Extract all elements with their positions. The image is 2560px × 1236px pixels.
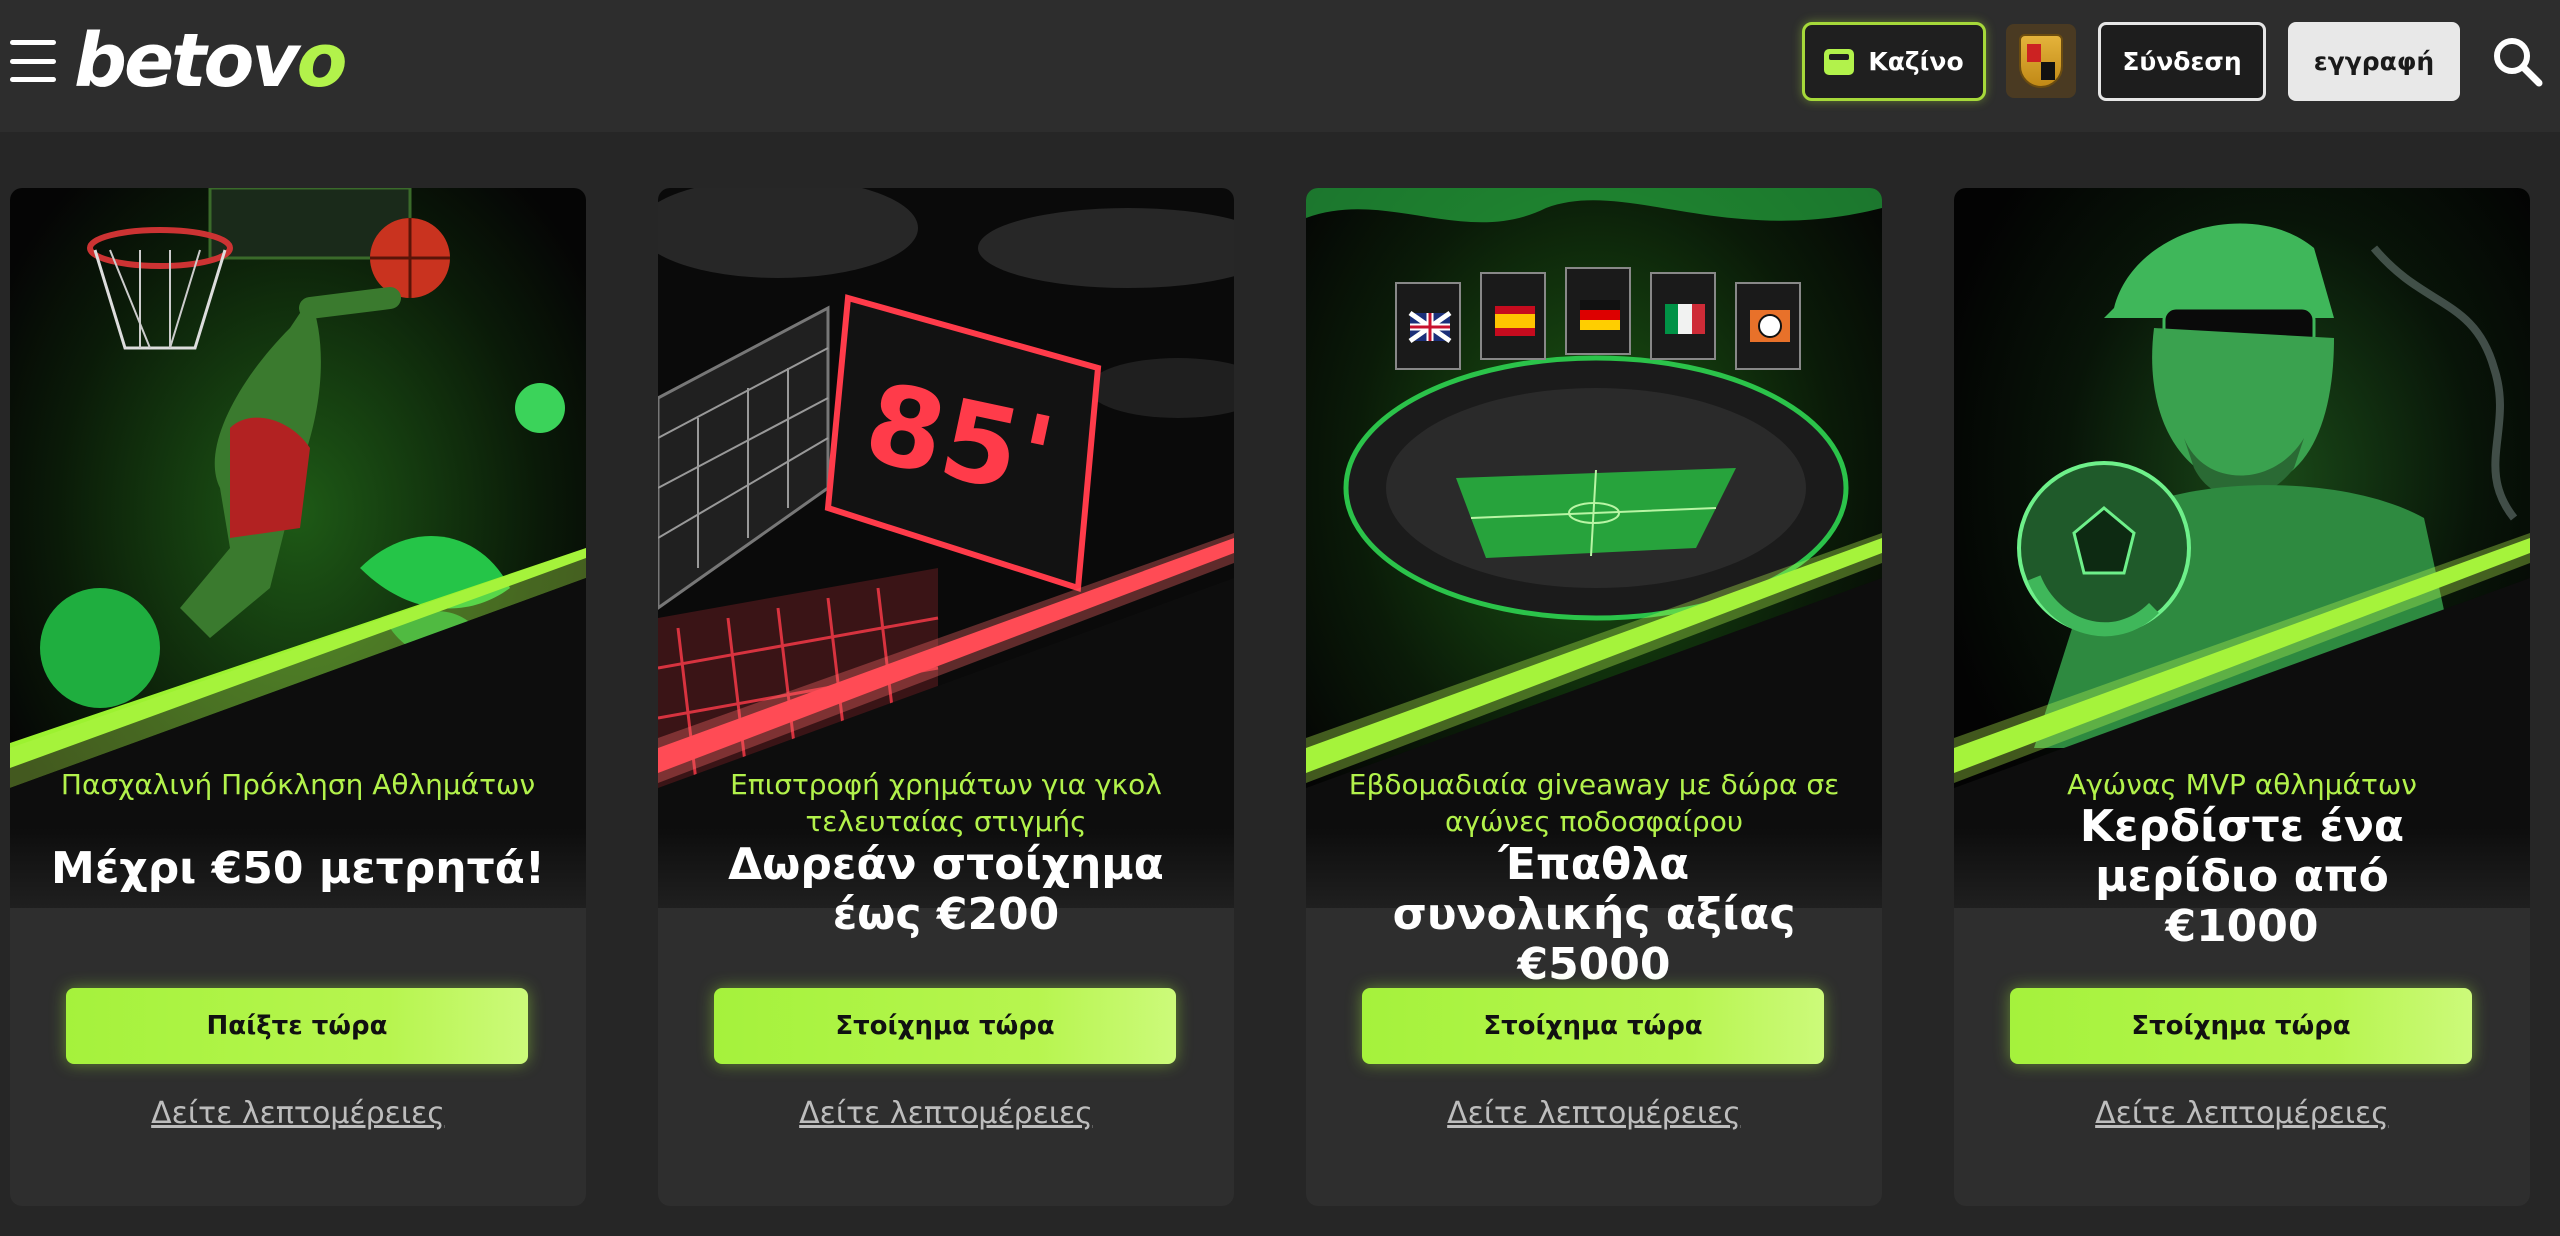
promo-subtitle: Πασχαλινή Πρόκληση Αθλημάτων [60,768,536,801]
betovo-logo[interactable]: betovo [74,24,347,98]
promo-subtitle: Αγώνας MVP αθλημάτων [2067,768,2417,801]
promo-title: Μέχρι €50 μετρητά! [51,843,545,894]
register-button-label: εγγραφή [2313,47,2435,76]
promo-card: Αγώνας MVP αθλημάτων Κερδίστε ένα μερίδι… [1954,188,2530,1206]
login-button[interactable]: Σύνδεση [2098,22,2266,101]
login-button-label: Σύνδεση [2122,47,2242,76]
promo-subtitle: Επιστροφή χρημάτων για γκολ τελευταίας σ… [730,768,1162,838]
site-header: betovo Καζίνο Σύνδεση εγγραφή [0,0,2560,132]
promo-title: Κερδίστε ένα μερίδιο από €1000 [2079,801,2405,952]
casino-button[interactable]: Καζίνο [1802,22,1986,101]
cta-label: Παίξτε τώρα [206,1011,388,1041]
bet-now-button[interactable]: Στοίχημα τώρα [2010,988,2472,1064]
casino-button-label: Καζίνο [1868,47,1964,76]
promo-title: Έπαθλα συνολικής αξίας €5000 [1392,839,1796,990]
see-details-link[interactable]: Δείτε λεπτομέρειες [1306,1096,1882,1131]
cta-label: Στοίχημα τώρα [1483,1011,1703,1041]
cta-label: Στοίχημα τώρα [835,1011,1055,1041]
menu-icon[interactable] [10,40,56,82]
promo-subtitle: Εβδομαδιαία giveaway με δώρα σε αγώνες π… [1348,768,1840,838]
crest-icon [2019,34,2063,88]
see-details-link[interactable]: Δείτε λεπτομέρειες [1954,1096,2530,1131]
promo-card: Πασχαλινή Πρόκληση Αθλημάτων Μέχρι €50 μ… [10,188,586,1206]
promo-card: 85' Επιστροφή χρημάτων για γκολ τελευταί… [658,188,1234,1206]
see-details-link[interactable]: Δείτε λεπτομέρειες [10,1096,586,1131]
bet-now-button[interactable]: Στοίχημα τώρα [1362,988,1824,1064]
partner-crest-badge[interactable] [2006,24,2076,98]
promo-title: Δωρεάν στοίχημα έως €200 [728,839,1164,940]
play-now-button[interactable]: Παίξτε τώρα [66,988,528,1064]
promo-card: Εβδομαδιαία giveaway με δώρα σε αγώνες π… [1306,188,1882,1206]
see-details-link[interactable]: Δείτε λεπτομέρειες [658,1096,1234,1131]
register-button[interactable]: εγγραφή [2288,22,2460,101]
search-icon[interactable] [2490,34,2544,88]
bet-now-button[interactable]: Στοίχημα τώρα [714,988,1176,1064]
cta-label: Στοίχημα τώρα [2131,1011,2351,1041]
slot-machine-icon [1824,48,1855,75]
